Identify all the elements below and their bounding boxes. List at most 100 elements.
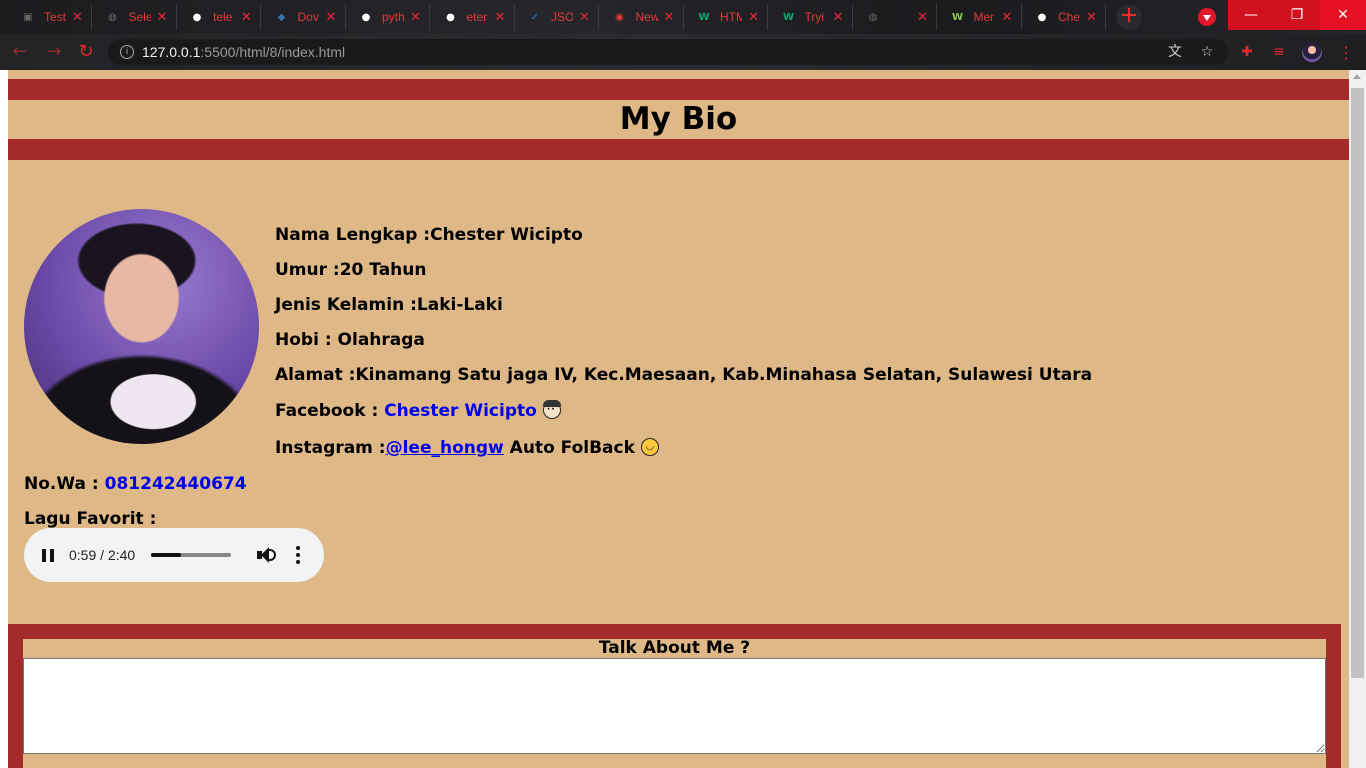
tab-close-icon[interactable]: ✕: [833, 10, 844, 25]
browser-tab[interactable]: ● pyth ✕: [346, 4, 430, 30]
tab-close-icon[interactable]: ✕: [917, 10, 928, 25]
tab-close-icon[interactable]: ✕: [1002, 10, 1013, 25]
bio-jenis-kelamin: Jenis Kelamin :Laki-Laki: [275, 295, 503, 315]
bookmark-star-icon[interactable]: ☆: [1198, 43, 1216, 61]
tab-close-icon[interactable]: ✕: [157, 10, 168, 25]
site-info-icon[interactable]: i: [120, 45, 134, 59]
w3-icon: W: [698, 11, 710, 23]
talk-title: Talk About Me ?: [598, 638, 751, 658]
instagram-link[interactable]: @lee_hongw: [386, 438, 504, 458]
url-host: 127.0.0.1: [142, 44, 201, 60]
scroll-up-arrow-icon[interactable]: [1353, 74, 1361, 79]
tab-title: pyth: [382, 10, 404, 24]
url-path: :5500/html/8/index.html: [200, 44, 346, 60]
audio-seek-slider[interactable]: [151, 553, 231, 557]
tab-title: JSO: [551, 10, 573, 24]
browser-tab[interactable]: ▣ Test ✕: [8, 4, 92, 30]
browser-tab[interactable]: ● tele ✕: [177, 4, 261, 30]
image-icon: ▣: [23, 11, 33, 23]
wa-number-link[interactable]: 081242440674: [105, 474, 247, 494]
browser-tab[interactable]: ◆ Dov ✕: [262, 4, 346, 30]
tab-close-icon[interactable]: ✕: [664, 10, 675, 25]
minimize-button[interactable]: —: [1228, 0, 1274, 30]
tab-title: Dov: [297, 10, 319, 24]
bio-instagram: Instagram :@lee_hongw Auto FolBack: [275, 438, 659, 458]
more-options-icon[interactable]: [296, 546, 300, 564]
smile-emoji-icon: [640, 438, 659, 456]
tab-strip: ▣ Test ✕ ◍ Sele ✕ ● tele ✕ ◆ Dov ✕ ● pyth ✕ ● eter ✕ ✓ JSO ✕…: [0, 0, 1366, 34]
new-tab-button[interactable]: +: [1116, 4, 1142, 30]
browser-tab[interactable]: W Mer ✕: [938, 4, 1022, 30]
browser-tab[interactable]: W HTM ✕: [684, 4, 768, 30]
translate-icon[interactable]: 文: [1166, 43, 1184, 61]
w3-icon: W: [782, 11, 795, 23]
browser-tab[interactable]: ◍ Sele ✕: [93, 4, 177, 30]
browser-tab[interactable]: ◍ ✕: [853, 4, 937, 30]
tab-close-icon[interactable]: ✕: [579, 10, 590, 25]
reload-icon[interactable]: ↻: [74, 40, 98, 64]
tab-search-icon[interactable]: [1198, 8, 1216, 26]
tab-title: Test: [44, 10, 66, 24]
github-icon: ●: [192, 11, 202, 23]
address-bar[interactable]: i 127.0.0.1:5500/html/8/index.html: [108, 39, 1228, 65]
chrome-icon: ◉: [615, 11, 624, 23]
forward-icon[interactable]: →: [42, 40, 66, 64]
vertical-scrollbar[interactable]: [1349, 70, 1366, 768]
bio-umur: Umur :20 Tahun: [275, 260, 427, 280]
tab-close-icon[interactable]: ✕: [326, 10, 337, 25]
browser-menu-icon[interactable]: ⋮: [1338, 43, 1354, 62]
lagu-favorit-label: Lagu Favorit :: [24, 509, 157, 529]
tab-close-icon[interactable]: ✕: [410, 10, 421, 25]
w-icon: W: [951, 11, 964, 23]
volume-icon[interactable]: [256, 546, 276, 564]
github-icon: ●: [1037, 11, 1047, 23]
browser-tab[interactable]: ✓ JSO ✕: [515, 4, 599, 30]
profile-photo: [24, 209, 259, 444]
tab-close-icon[interactable]: ✕: [748, 10, 759, 25]
scroll-thumb[interactable]: [1351, 88, 1364, 678]
browser-tab[interactable]: ● eter ✕: [431, 4, 515, 30]
globe-icon: ◍: [868, 11, 878, 23]
instagram-suffix: Auto FolBack: [503, 438, 635, 458]
tab-close-icon[interactable]: ✕: [495, 10, 506, 25]
pause-icon[interactable]: [42, 548, 54, 562]
bio-hobi: Hobi : Olahraga: [275, 330, 425, 350]
back-icon[interactable]: ←: [8, 40, 32, 64]
instagram-label: Instagram :: [275, 438, 386, 458]
browser-toolbar: ← → ↻ i 127.0.0.1:5500/html/8/index.html…: [0, 34, 1366, 70]
wa-line: No.Wa : 081242440674: [24, 474, 247, 494]
talk-textarea[interactable]: [23, 658, 1326, 754]
audio-player[interactable]: 0:59 / 2:40: [24, 528, 324, 582]
github-icon: ●: [361, 11, 371, 23]
wa-label: No.Wa :: [24, 474, 105, 494]
facebook-link[interactable]: Chester Wicipto: [384, 401, 537, 421]
reading-list-icon[interactable]: ≡: [1270, 43, 1288, 61]
profile-avatar[interactable]: [1302, 42, 1322, 62]
talk-inner: Talk About Me ?: [23, 639, 1326, 768]
close-window-button[interactable]: ✕: [1320, 0, 1366, 30]
tab-title: Tryi: [804, 10, 825, 24]
tab-title: tele: [213, 10, 233, 24]
browser-tab[interactable]: W Tryi ✕: [769, 4, 853, 30]
browser-tab[interactable]: ● Che ✕: [1022, 4, 1106, 30]
globe-icon: ◍: [108, 11, 117, 23]
bio-nama: Nama Lengkap :Chester Wicipto: [275, 225, 583, 245]
tab-title: New: [635, 10, 658, 24]
header-top-bar: [8, 79, 1349, 100]
tab-title: Che: [1058, 10, 1080, 24]
browser-tab[interactable]: ◉ New ✕: [600, 4, 684, 30]
facebook-label: Facebook :: [275, 401, 385, 421]
audio-time: 0:59 / 2:40: [69, 547, 136, 563]
tab-close-icon[interactable]: ✕: [1086, 10, 1097, 25]
boy-emoji-icon: [542, 400, 561, 419]
tab-title: Mer: [973, 10, 995, 24]
restore-button[interactable]: ❐: [1274, 0, 1320, 30]
checkbox-icon: ✓: [530, 11, 540, 23]
talk-section: Talk About Me ?: [8, 624, 1341, 768]
extensions-icon[interactable]: ✚: [1238, 43, 1256, 61]
tab-close-icon[interactable]: ✕: [72, 10, 83, 25]
tab-close-icon[interactable]: ✕: [241, 10, 252, 25]
page-viewport: My Bio Nama Lengkap :Chester Wicipto Umu…: [0, 70, 1366, 768]
header-bottom-bar: [8, 139, 1349, 160]
tab-title: Sele: [128, 10, 151, 24]
